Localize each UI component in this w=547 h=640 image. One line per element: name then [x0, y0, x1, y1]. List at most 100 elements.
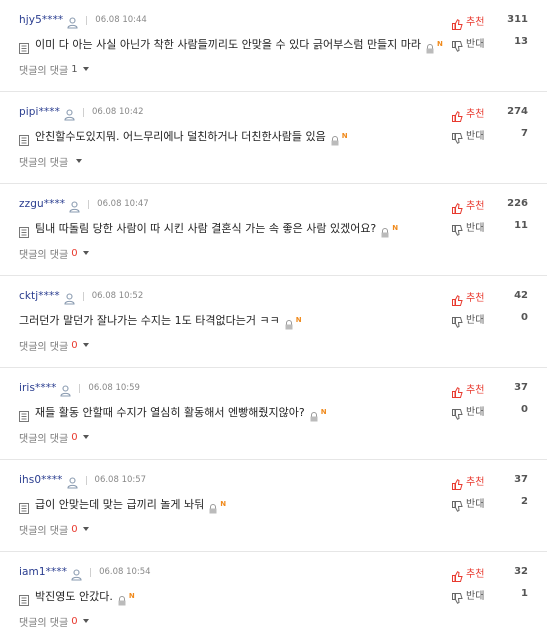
username[interactable]: zzgu**** [19, 198, 65, 210]
oppose-button[interactable]: 반대 [452, 311, 485, 328]
oppose-button[interactable]: 반대 [452, 127, 485, 144]
comment-body: 박진영도 안갔다. N [19, 588, 135, 606]
replies-toggle[interactable]: 댓글의 댓글 0 [19, 614, 89, 629]
username[interactable]: hjy5**** [19, 14, 63, 26]
comment-body: 재들 활동 안할때 수지가 열심히 활동해서 엔빵해줬지않아? N [19, 404, 327, 422]
caret-down-icon [82, 435, 89, 439]
oppose-button[interactable]: 반대 [452, 219, 485, 236]
thumbs-down-icon [452, 37, 463, 52]
thumbs-up-icon [452, 567, 463, 582]
recommend-label: 추천 [466, 568, 485, 580]
timestamp: 06.08 10:52 [91, 291, 144, 301]
recommend-count: 32 [514, 566, 528, 577]
username[interactable]: cktj**** [19, 290, 60, 302]
document-icon [19, 223, 29, 238]
replies-count: 0 [71, 339, 78, 351]
oppose-button[interactable]: 반대 [452, 587, 484, 604]
replies-toggle[interactable]: 댓글의 댓글 1 [19, 62, 89, 77]
document-icon [19, 407, 29, 422]
replies-label: 댓글의 댓글 [19, 525, 69, 537]
caret-down-icon [82, 67, 89, 71]
document-icon [19, 591, 29, 606]
replies-toggle[interactable]: 댓글의 댓글 0 [19, 246, 89, 261]
replies-count: 0 [71, 247, 78, 259]
oppose-count: 7 [521, 128, 528, 139]
comment-body: 급이 안맞는데 맞는 급끼리 놀게 놔둬 N [19, 496, 227, 514]
comment-meta: pipi**** 06.08 10:42 [19, 104, 144, 121]
oppose-count: 0 [521, 312, 528, 323]
recommend-button[interactable]: 추천 [452, 381, 484, 398]
comment-text: 안친할수도있지뭐. 어느무리에나 덜친하거나 더친한사람들 있음 [35, 130, 326, 143]
lock-icon[interactable] [117, 591, 127, 606]
timestamp: 06.08 10:42 [91, 107, 144, 117]
lock-icon[interactable] [309, 407, 319, 422]
caret-down-icon [76, 159, 83, 163]
oppose-label: 반대 [466, 498, 485, 510]
replies-label: 댓글의 댓글 [19, 341, 69, 353]
lock-icon[interactable] [425, 39, 435, 54]
timestamp: 06.08 10:57 [94, 475, 147, 485]
username[interactable]: pipi**** [19, 106, 60, 118]
lock-icon[interactable] [380, 223, 390, 238]
thumbs-down-icon [452, 405, 463, 420]
recommend-label: 추천 [466, 108, 485, 120]
thumbs-up-icon [452, 199, 463, 214]
oppose-label: 반대 [466, 222, 485, 234]
divider [82, 291, 84, 301]
document-icon [19, 499, 29, 514]
recommend-button[interactable]: 추천 [452, 565, 485, 582]
comment-item: iam1**** 06.08 10:54 박진영도 안갔다. N 댓글의 댓글 … [0, 552, 547, 640]
oppose-label: 반대 [466, 38, 485, 50]
new-badge: N [392, 224, 399, 232]
replies-toggle[interactable]: 댓글의 댓글 [19, 154, 83, 169]
caret-down-icon [82, 251, 89, 255]
recommend-button[interactable]: 추천 [452, 197, 484, 214]
new-badge: N [341, 132, 348, 140]
recommend-count: 37 [514, 474, 528, 485]
comment-body: 그러던가 말던가 잘나가는 수지는 1도 타격없다는거 ㅋㅋ N [19, 312, 302, 330]
recommend-button[interactable]: 추천 [452, 105, 485, 122]
comment-body: 이미 다 아는 사실 아닌가 착한 사람들끼리도 안맞을 수 있다 긁어부스럼 … [19, 36, 443, 54]
replies-toggle[interactable]: 댓글의 댓글 0 [19, 338, 89, 353]
comment-body: 팀내 따돌림 당한 사람이 따 시킨 사람 결혼식 가는 속 좋은 사람 있겠어… [19, 220, 399, 238]
divider [90, 567, 92, 577]
comment-meta: hjy5**** 06.08 10:44 [19, 12, 147, 29]
replies-count: 0 [71, 523, 78, 535]
oppose-count: 11 [514, 220, 528, 231]
recommend-button[interactable]: 추천 [452, 13, 484, 30]
username[interactable]: iam1**** [19, 566, 67, 578]
recommend-count: 274 [507, 106, 528, 117]
username[interactable]: ihs0**** [19, 474, 63, 486]
thumbs-down-icon [452, 129, 463, 144]
recommend-count: 311 [507, 14, 528, 25]
oppose-label: 반대 [466, 314, 485, 326]
recommend-button[interactable]: 추천 [452, 289, 484, 306]
replies-count: 0 [71, 431, 78, 443]
user-icon [67, 14, 78, 29]
recommend-count: 37 [514, 382, 528, 393]
replies-label: 댓글의 댓글 [19, 249, 69, 261]
oppose-count: 1 [521, 588, 528, 599]
user-icon [69, 198, 80, 213]
oppose-button[interactable]: 반대 [452, 35, 485, 52]
username[interactable]: iris**** [19, 382, 56, 394]
oppose-button[interactable]: 반대 [452, 403, 484, 420]
lock-icon[interactable] [208, 499, 218, 514]
user-icon [60, 382, 71, 397]
timestamp: 06.08 10:44 [95, 15, 147, 25]
timestamp: 06.08 10:54 [99, 567, 151, 577]
oppose-label: 반대 [466, 130, 485, 142]
replies-toggle[interactable]: 댓글의 댓글 0 [19, 430, 89, 445]
user-icon [71, 566, 82, 581]
oppose-button[interactable]: 반대 [452, 495, 485, 512]
replies-count: 1 [71, 63, 78, 75]
caret-down-icon [82, 619, 89, 623]
lock-icon[interactable] [330, 131, 340, 146]
recommend-button[interactable]: 추천 [452, 473, 484, 490]
comment-text: 재들 활동 안할때 수지가 열심히 활동해서 엔빵해줬지않아? [35, 406, 305, 419]
comment-text: 그러던가 말던가 잘나가는 수지는 1도 타격없다는거 ㅋㅋ [19, 314, 280, 327]
lock-icon[interactable] [284, 315, 294, 330]
comment-item: iris**** 06.08 10:59 재들 활동 안할때 수지가 열심히 활… [0, 368, 547, 460]
new-badge: N [220, 500, 227, 508]
replies-toggle[interactable]: 댓글의 댓글 0 [19, 522, 89, 537]
